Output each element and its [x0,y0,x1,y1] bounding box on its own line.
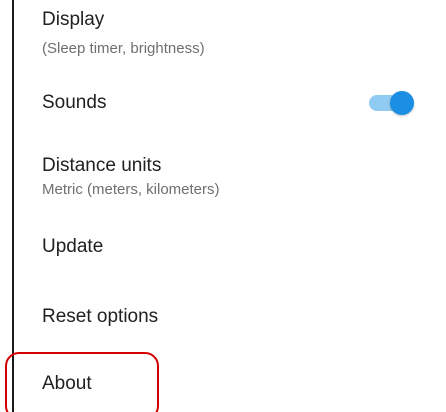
settings-item-distance-units[interactable]: Distance units Metric (meters, kilometer… [42,155,446,205]
settings-item-update-title: Update [42,236,104,257]
settings-item-update[interactable]: Update [42,236,446,260]
sounds-toggle-thumb [390,91,414,115]
settings-item-about-title: About [42,373,92,394]
settings-item-reset-options[interactable]: Reset options [42,306,446,330]
left-divider [12,0,14,412]
settings-item-reset-options-title: Reset options [42,306,159,327]
sounds-toggle[interactable] [369,91,415,115]
settings-item-display-subtitle: (Sleep timer, brightness) [42,40,205,57]
settings-item-about[interactable]: About [42,373,446,397]
settings-item-distance-units-subtitle: Metric (meters, kilometers) [42,181,220,198]
settings-item-display-title: Display [42,9,105,30]
settings-screen: Display (Sleep timer, brightness) Sounds… [0,0,446,412]
settings-item-distance-units-title: Distance units [42,155,162,176]
settings-item-display[interactable]: Display (Sleep timer, brightness) [42,9,446,69]
settings-item-sounds-title: Sounds [42,92,107,113]
